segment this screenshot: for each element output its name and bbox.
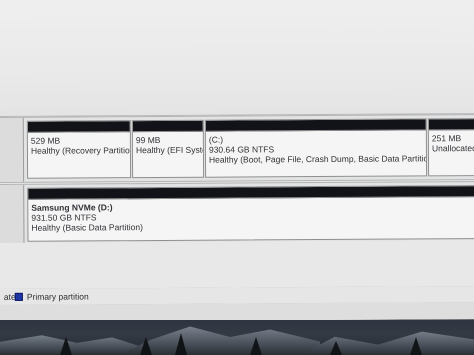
partition-bar bbox=[428, 118, 474, 131]
partition-status: Healthy (Recovery Partition bbox=[30, 145, 132, 156]
graphical-view-empty-area bbox=[0, 239, 474, 290]
primary-partition-swatch bbox=[14, 292, 23, 301]
partition-status: Healthy (EFI Systen bbox=[135, 144, 205, 156]
disk-management-window: 529 MB Healthy (Recovery Partition 99 MB… bbox=[0, 0, 474, 322]
partition-d[interactable]: Samsung NVMe (D:) 931.50 GB NTFS Healthy… bbox=[27, 184, 474, 242]
partition-size: 529 MB bbox=[30, 135, 61, 146]
partition-size: 99 MB bbox=[135, 134, 161, 146]
volume-list-empty-area bbox=[0, 0, 474, 117]
partition-c[interactable]: (C:) 930.64 GB NTFS Healthy (Boot, Page … bbox=[204, 118, 428, 178]
window-bottom-edge bbox=[0, 301, 474, 322]
partition-recovery[interactable]: 529 MB Healthy (Recovery Partition bbox=[26, 120, 132, 179]
partition-bar bbox=[132, 120, 203, 133]
partition-status: Healthy (Basic Data Partition) bbox=[31, 222, 143, 233]
disk-info-cell[interactable] bbox=[0, 184, 25, 244]
photographed-screen: 529 MB Healthy (Recovery Partition 99 MB… bbox=[0, 0, 474, 355]
disk-row-system: 529 MB Healthy (Recovery Partition 99 MB… bbox=[0, 113, 474, 183]
desktop-wallpaper bbox=[0, 320, 474, 355]
partition-status: Unallocated bbox=[431, 143, 474, 154]
disk-row-samsung: Samsung NVMe (D:) 931.50 GB NTFS Healthy… bbox=[0, 180, 474, 245]
partition-efi[interactable]: 99 MB Healthy (EFI Systen bbox=[131, 119, 205, 179]
legend-primary-label: Primary partition bbox=[26, 291, 89, 302]
partition-bar bbox=[27, 121, 130, 133]
disk-info-cell[interactable] bbox=[0, 117, 25, 182]
partition-size: 251 MB bbox=[431, 133, 462, 144]
partition-status: Healthy (Boot, Page File, Crash Dump, Ba… bbox=[208, 153, 428, 165]
partition-unallocated[interactable]: 251 MB Unallocated bbox=[427, 117, 474, 177]
